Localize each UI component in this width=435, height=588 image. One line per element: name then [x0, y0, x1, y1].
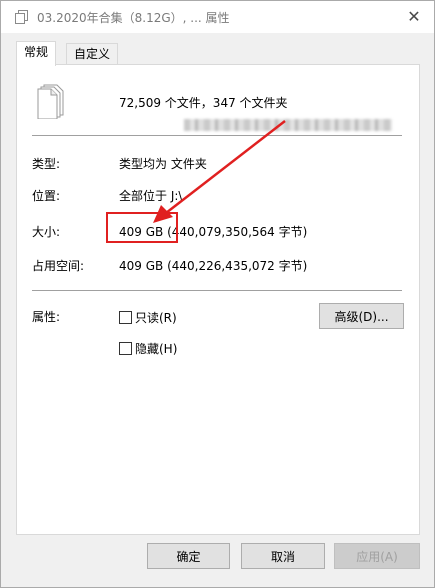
multiple-files-icon [37, 84, 64, 119]
hidden-checkbox-row[interactable]: 隐藏(H) [119, 340, 177, 357]
size-on-disk-value: 409 GB (440,226,435,072 字节) [119, 259, 308, 273]
properties-window: 03.2020年合集（8.12G）, ... 属性 ✕ 常规 自定义 72,50… [0, 0, 435, 588]
tab-bar: 常规 自定义 [16, 41, 416, 66]
size-highlight-box [106, 212, 178, 243]
hidden-label: 隐藏(H) [135, 342, 178, 356]
title-bar[interactable]: 03.2020年合集（8.12G）, ... 属性 ✕ [1, 1, 434, 33]
folder-copy-icon [15, 10, 28, 24]
close-icon: ✕ [407, 7, 421, 26]
ok-button[interactable]: 确定 [147, 543, 230, 569]
tab-general[interactable]: 常规 [16, 41, 57, 66]
advanced-button[interactable]: 高级(D)... [319, 303, 404, 329]
readonly-checkbox[interactable] [119, 311, 132, 324]
divider [32, 135, 402, 136]
selection-summary: 72,509 个文件，347 个文件夹 [119, 96, 288, 110]
general-panel: 72,509 个文件，347 个文件夹 类型: 类型均为 文件夹 位置: 全部位… [16, 64, 420, 535]
apply-button[interactable]: 应用(A) [334, 543, 420, 569]
close-button[interactable]: ✕ [404, 7, 424, 27]
tab-label: 自定义 [74, 47, 111, 61]
divider [32, 290, 402, 291]
type-value: 类型均为 文件夹 [119, 157, 207, 171]
readonly-label: 只读(R) [135, 311, 177, 325]
tab-label: 常规 [24, 45, 49, 59]
hidden-checkbox[interactable] [119, 342, 132, 355]
type-label: 类型: [32, 157, 61, 171]
location-label: 位置: [32, 189, 61, 203]
window-title: 03.2020年合集（8.12G）, ... 属性 [37, 11, 230, 25]
cancel-button[interactable]: 取消 [241, 543, 325, 569]
readonly-checkbox-row[interactable]: 只读(R) [119, 309, 177, 326]
location-path-redacted [184, 119, 392, 131]
size-label: 大小: [32, 225, 61, 239]
tab-customize[interactable]: 自定义 [66, 43, 119, 65]
size-on-disk-label: 占用空间: [32, 259, 85, 273]
attributes-label: 属性: [32, 310, 61, 324]
location-value: 全部位于 J:\ [119, 189, 183, 203]
